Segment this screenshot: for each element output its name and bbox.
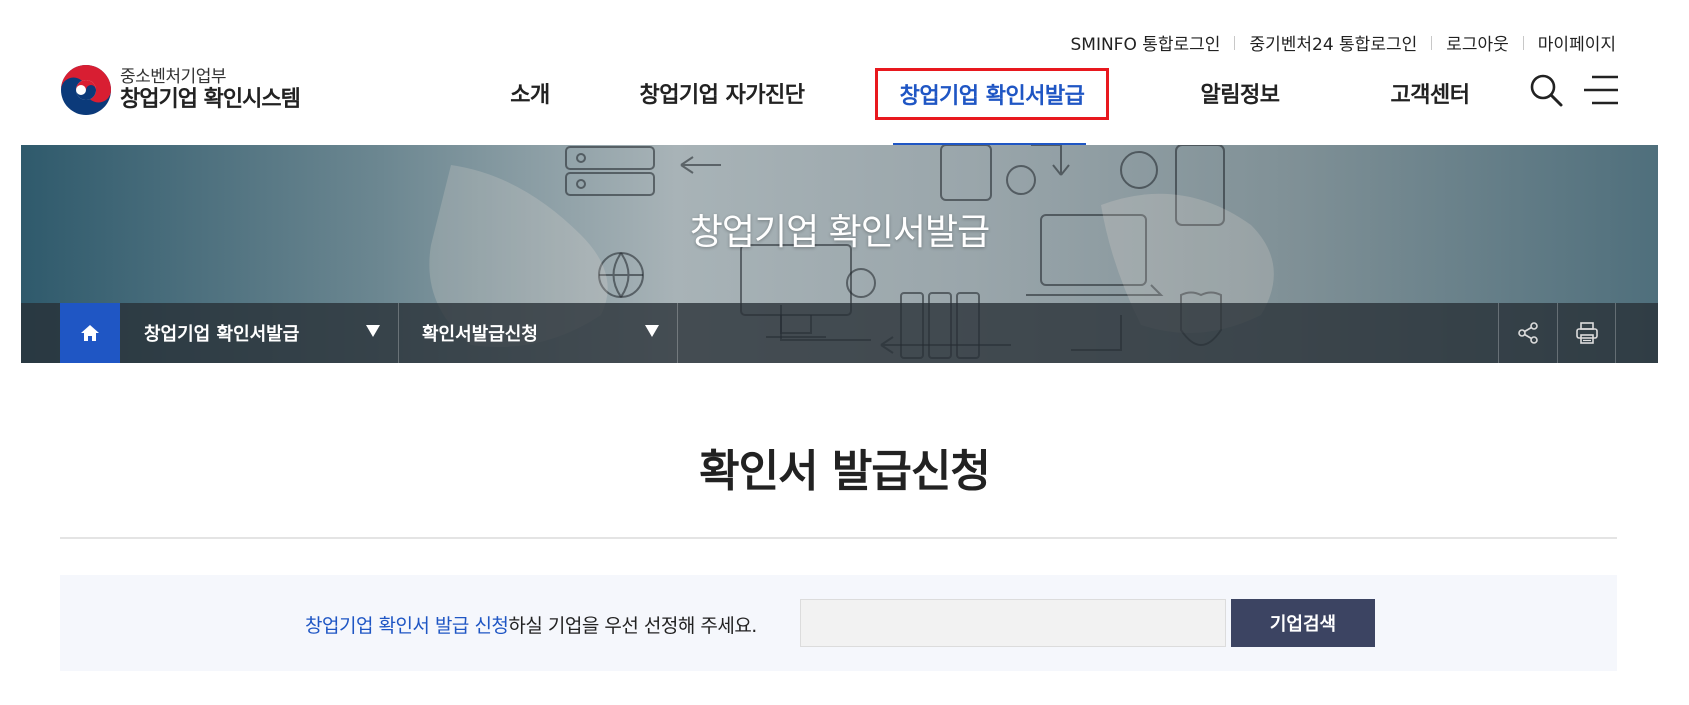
nav-item-notice[interactable]: 알림정보 bbox=[1180, 68, 1300, 118]
title-divider bbox=[60, 537, 1617, 539]
separator bbox=[1234, 35, 1236, 50]
search-guide-text: 창업기업 확인서 발급 신청하실 기업을 우선 선정해 주세요. bbox=[305, 611, 757, 638]
company-name-input[interactable] bbox=[800, 599, 1226, 647]
location-depth2-dropdown[interactable]: 확인서발급신청 bbox=[399, 303, 678, 363]
nav-item-certificate-issue[interactable]: 창업기업 확인서발급 bbox=[875, 68, 1109, 120]
menu-icon bbox=[1584, 75, 1618, 105]
main-navigation: 소개 창업기업 자가진단 창업기업 확인서발급 알림정보 고객센터 bbox=[0, 68, 1689, 120]
venture24-login-link[interactable]: 중기벤처24 통합로그인 bbox=[1249, 30, 1417, 55]
utility-links: SMINFO 통합로그인 중기벤처24 통합로그인 로그아웃 마이페이지 bbox=[1070, 30, 1616, 55]
nav-item-self-diagnosis[interactable]: 창업기업 자가진단 bbox=[618, 68, 826, 118]
search-button[interactable] bbox=[1528, 72, 1564, 108]
guide-rest: 하실 기업을 우선 선정해 주세요. bbox=[508, 615, 757, 637]
caret-down-icon bbox=[366, 325, 380, 337]
sub-visual-banner: 창업기업 확인서발급 창업기업 확인서발급 확인서발급신청 bbox=[21, 145, 1658, 363]
caret-down-icon bbox=[645, 325, 659, 337]
print-button[interactable] bbox=[1557, 303, 1616, 363]
search-icon bbox=[1530, 74, 1563, 107]
location-depth1-dropdown[interactable]: 창업기업 확인서발급 bbox=[120, 303, 399, 363]
company-search-button[interactable]: 기업검색 bbox=[1231, 599, 1375, 647]
mypage-link[interactable]: 마이페이지 bbox=[1538, 30, 1616, 55]
share-button[interactable] bbox=[1498, 303, 1557, 363]
location-depth2-label: 확인서발급신청 bbox=[422, 324, 538, 345]
print-icon bbox=[1575, 322, 1598, 344]
location-depth1-label: 창업기업 확인서발급 bbox=[144, 324, 300, 345]
share-icon bbox=[1518, 322, 1538, 344]
banner-title: 창업기업 확인서발급 bbox=[689, 212, 991, 253]
company-search-box: 창업기업 확인서 발급 신청하실 기업을 우선 선정해 주세요. 기업검색 bbox=[60, 575, 1617, 671]
nav-item-intro[interactable]: 소개 bbox=[490, 68, 570, 118]
page-title: 확인서 발급신청 bbox=[699, 446, 991, 497]
separator bbox=[1522, 35, 1524, 50]
separator bbox=[1431, 35, 1433, 50]
home-icon bbox=[81, 325, 99, 341]
home-button[interactable] bbox=[60, 303, 120, 363]
sminfo-login-link[interactable]: SMINFO 통합로그인 bbox=[1070, 30, 1220, 55]
location-bar: 창업기업 확인서발급 확인서발급신청 bbox=[21, 303, 1658, 363]
nav-item-customer-center[interactable]: 고객센터 bbox=[1370, 68, 1490, 118]
all-menu-button[interactable] bbox=[1582, 74, 1620, 106]
logout-link[interactable]: 로그아웃 bbox=[1446, 30, 1509, 55]
guide-highlight: 창업기업 확인서 발급 신청 bbox=[305, 615, 509, 637]
